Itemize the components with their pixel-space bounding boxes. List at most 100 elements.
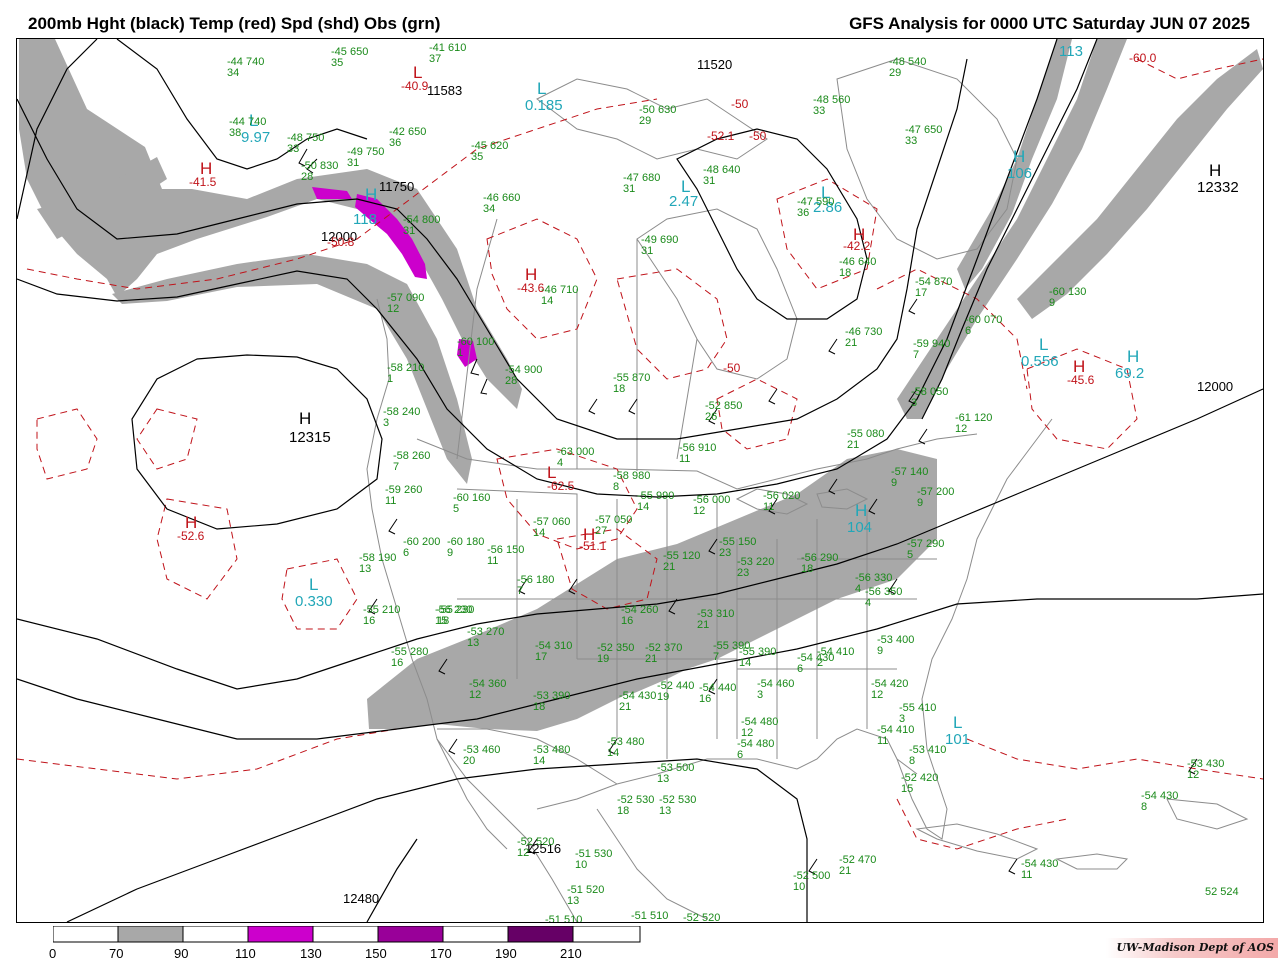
- station-dewpoint-depression: 21: [697, 619, 710, 631]
- station-observation: -46 710 14: [541, 285, 578, 307]
- station-dewpoint-depression: 11: [763, 501, 775, 513]
- station-observation: -52 370 21: [645, 643, 682, 665]
- contour-label: 113: [1059, 43, 1083, 60]
- station-dewpoint-depression: 21: [619, 701, 632, 713]
- station-observation: -48 640 31: [703, 165, 740, 187]
- weather-map: H 12315 H 12332 H -41.5 H -43.6 H -42.2 …: [16, 38, 1264, 923]
- station-dewpoint-depression: 8: [1141, 801, 1148, 813]
- station-observation: -57 200 9: [917, 487, 954, 509]
- station-observation: -56 150 11: [487, 545, 524, 567]
- contour-label: 12000: [1197, 379, 1234, 394]
- station-observation: -53 220 23: [737, 557, 774, 579]
- station-observation: -56 180 7: [517, 575, 554, 597]
- map-title-left: 200mb Hght (black) Temp (red) Spd (shd) …: [28, 14, 441, 33]
- station-observation: -52 520 12: [517, 837, 554, 859]
- station-observation: -54 430 8: [1141, 791, 1178, 813]
- speed-color-legend: [53, 926, 641, 943]
- station-observation: -54 260 16: [621, 605, 658, 627]
- station-dewpoint-depression: 8: [909, 755, 916, 767]
- map-title-right: GFS Analysis for 0000 UTC Saturday JUN 0…: [849, 14, 1250, 33]
- station-observation: -60 200 6: [403, 537, 440, 559]
- station-dewpoint-depression: 29: [889, 67, 902, 79]
- station-dewpoint-depression: 5: [453, 503, 460, 515]
- station-observation: -56 230 15: [435, 605, 472, 627]
- station-dewpoint-depression: 18: [533, 701, 546, 713]
- station-observation: -49 750 31: [347, 147, 384, 169]
- station-dewpoint-depression: 31: [347, 157, 360, 169]
- speed-low-3-value: 0.330: [295, 593, 333, 610]
- station-dewpoint-depression: 13: [467, 637, 480, 649]
- station-observation: -57 060 14: [533, 517, 570, 539]
- speed-high-1-value: 106: [1007, 165, 1033, 182]
- station-observation: -55 280 16: [391, 647, 428, 669]
- station-observation: -52 470 21: [839, 855, 876, 877]
- station-observation: -53 500 13: [657, 763, 694, 785]
- station-dewpoint-depression: 3: [757, 689, 764, 701]
- temp-high-3-value: -42.2: [843, 239, 871, 253]
- station-observation: -55 210 16: [363, 605, 400, 627]
- station-dewpoint-depression: 36: [389, 137, 402, 149]
- station-dewpoint-depression: 7: [913, 349, 920, 361]
- station-dewpoint-depression: 12: [871, 689, 884, 701]
- station-observation: -47 590 36: [797, 197, 834, 219]
- station-dewpoint-depression: 4: [557, 457, 564, 469]
- station-observation: -56 290 18: [801, 553, 838, 575]
- temp-high-6-value: -45.6: [1067, 373, 1095, 387]
- station-dewpoint-depression: 13: [567, 895, 580, 907]
- station-observation: -58 050 3: [911, 387, 948, 409]
- station-observation: -45 650 35: [331, 47, 368, 69]
- station-dewpoint-depression: 23: [737, 567, 750, 579]
- station-dewpoint-depression: 9: [447, 547, 454, 559]
- station-dewpoint-depression: 35: [471, 151, 484, 163]
- station-observation: -54 480 12: [741, 717, 778, 739]
- station-dewpoint-depression: 31: [623, 183, 636, 195]
- legend-swatch-210-plus: [572, 926, 641, 943]
- speed-low-4: L: [1039, 335, 1049, 354]
- station-dewpoint-depression: 13: [657, 773, 670, 785]
- station-dewpoint-depression: 9: [1049, 297, 1056, 309]
- legend-tick: 70: [109, 946, 124, 961]
- station-dewpoint-depression: 17: [915, 287, 928, 299]
- legend-swatch-110-130: [247, 926, 314, 943]
- station-observation: -44 740 34: [227, 57, 264, 79]
- station-observation: -54 800 31: [403, 215, 440, 237]
- station-observation: -54 900 28: [505, 365, 542, 387]
- station-observation: -54 430 21: [619, 691, 656, 713]
- station-dewpoint-depression: 9: [917, 497, 924, 509]
- station-dewpoint-depression: 13: [659, 805, 672, 817]
- station-dewpoint-depression: 21: [645, 653, 658, 665]
- station-observation: -48 750 33: [287, 133, 324, 155]
- station-observation: -46 730 21: [845, 327, 882, 349]
- station-dewpoint-depression: 14: [739, 657, 752, 669]
- station-temp-height: 52 524: [1205, 886, 1239, 898]
- legend-tick: 130: [300, 946, 322, 961]
- high-center-atlantic-value: 12332: [1197, 179, 1239, 196]
- station-dewpoint-depression: 11: [679, 453, 691, 465]
- station-observation: -54 410 2: [817, 647, 854, 669]
- legend-tick: 150: [365, 946, 387, 961]
- station-dewpoint-depression: 35: [331, 57, 344, 69]
- speed-high-3: H: [365, 185, 378, 204]
- high-center-pacific-value: 12315: [289, 429, 331, 446]
- station-observation: -55 120 21: [663, 551, 700, 573]
- legend-swatch-90-110: [182, 926, 249, 943]
- station-observation: -60 070 6: [965, 315, 1002, 337]
- station-observation: -57 090 12: [387, 293, 424, 315]
- station-dewpoint-depression: 16: [391, 657, 404, 669]
- station-observation: -53 400 9: [877, 635, 914, 657]
- station-dewpoint-depression: 21: [845, 337, 858, 349]
- station-dewpoint-depression: 14: [533, 755, 546, 767]
- credit-banner: UW-Madison Dept of AOS: [1106, 938, 1278, 958]
- station-observation: -55 870 18: [613, 373, 650, 395]
- contour-label: 11583: [427, 83, 463, 98]
- station-observation: -54 870 17: [915, 277, 952, 299]
- speed-high-4-value: 104: [847, 519, 873, 536]
- legend-swatch-170-190: [442, 926, 509, 943]
- station-observation: -47 680 31: [623, 173, 660, 195]
- temp-low-1-value: -62.5: [547, 479, 575, 493]
- speed-high-2-value: 69.2: [1115, 365, 1145, 382]
- station-observation: -54 440 16: [699, 683, 736, 705]
- station-observation: -53 390 18: [533, 691, 570, 713]
- station-observation: -53 430 12: [1187, 759, 1224, 781]
- station-observation: -52 530 18: [617, 795, 654, 817]
